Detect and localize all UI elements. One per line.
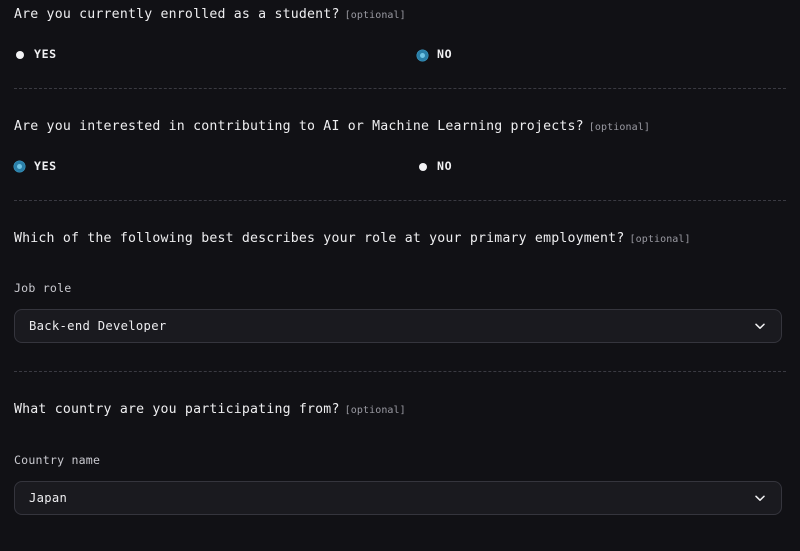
question-section-student-enrollment: Are you currently enrolled as a student?… (14, 0, 786, 61)
question-text: Are you currently enrolled as a student?… (14, 8, 786, 21)
optional-tag: [optional] (629, 233, 691, 245)
radio-option-student-no[interactable]: NO (417, 49, 452, 61)
radio-option-aiml-no[interactable]: NO (417, 159, 453, 173)
radio-option-label: NO (437, 47, 453, 62)
question-label: Which of the following best describes yo… (14, 230, 625, 246)
country-select[interactable]: Japan (14, 481, 782, 516)
question-label: What country are you participating from? (14, 402, 340, 418)
radio-option-label: NO (437, 159, 453, 173)
radio-group-student-enrollment: YES NO (14, 49, 786, 61)
job-role-selected-value: Back-end Developer (29, 320, 167, 333)
question-text: Which of the following best describes yo… (14, 230, 786, 246)
radio-option-label: YES (34, 159, 57, 173)
radio-option-student-yes[interactable]: YES (14, 49, 417, 61)
chevron-down-icon (753, 491, 767, 505)
optional-tag: [optional] (588, 121, 650, 133)
radio-indicator-selected-icon (14, 161, 25, 173)
chevron-down-icon (753, 319, 767, 333)
country-selected-value: Japan (29, 492, 68, 505)
country-field-label: Country name (14, 452, 101, 467)
question-label: Are you interested in contributing to AI… (14, 118, 584, 134)
optional-tag: [optional] (344, 405, 406, 417)
optional-tag: [optional] (344, 10, 406, 21)
radio-indicator-unselected-icon (14, 50, 25, 61)
survey-form: Are you currently enrolled as a student?… (0, 0, 800, 551)
job-role-field-label: Job role (14, 280, 72, 295)
question-text: Are you interested in contributing to AI… (14, 120, 786, 133)
question-text: What country are you participating from?… (14, 403, 786, 416)
question-section-job-role: Which of the following best describes yo… (14, 201, 786, 344)
radio-indicator-unselected-icon (417, 161, 428, 172)
question-label: Are you currently enrolled as a student? (14, 7, 340, 22)
radio-indicator-selected-icon (417, 49, 428, 61)
question-section-country: What country are you participating from?… (14, 372, 786, 516)
radio-group-ai-ml-interest: YES NO (14, 159, 786, 173)
radio-option-aiml-yes[interactable]: YES (14, 159, 417, 173)
question-section-ai-ml-interest: Are you interested in contributing to AI… (14, 89, 786, 173)
job-role-select[interactable]: Back-end Developer (14, 309, 782, 344)
radio-option-label: YES (34, 47, 57, 62)
